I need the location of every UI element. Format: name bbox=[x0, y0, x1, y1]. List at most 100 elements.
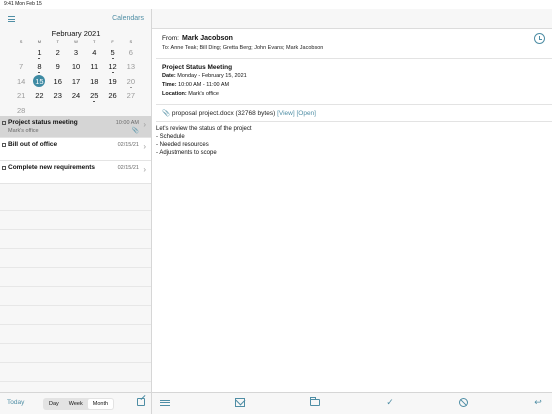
status-bar: 9:41 Mon Feb 15 bbox=[0, 0, 552, 406]
view-day-button[interactable]: Day bbox=[44, 399, 64, 409]
event-list-item[interactable]: Bill out of office 02/15/21 › bbox=[0, 138, 151, 161]
cancel-icon[interactable] bbox=[459, 398, 468, 407]
calendar-day-empty bbox=[12, 45, 30, 60]
calendar-day-number: 7 bbox=[19, 62, 24, 72]
view-month-button[interactable]: Month bbox=[87, 399, 114, 409]
calendar-day-number: 24 bbox=[71, 91, 81, 101]
event-time: 02/15/21 bbox=[117, 142, 139, 148]
detail-top-bar bbox=[152, 9, 552, 29]
calendar-day-12[interactable]: 12 bbox=[103, 60, 121, 75]
notes-line: Let's review the status of the project bbox=[156, 126, 252, 132]
empty-list-row bbox=[0, 192, 151, 211]
event-list-empty-rows bbox=[0, 192, 151, 401]
calendar-day-1[interactable]: 1 bbox=[30, 45, 48, 60]
calendar-day-16[interactable]: 16 bbox=[49, 74, 67, 89]
chevron-right-icon: › bbox=[143, 165, 146, 174]
left-toolbar: Today Day Week Month bbox=[0, 392, 151, 414]
meeting-location: Location: Mark's office bbox=[162, 91, 219, 97]
calendar-day-18[interactable]: 18 bbox=[85, 74, 103, 89]
attachment-row: 📎 proposal project.docx (32768 bytes) [V… bbox=[162, 109, 316, 117]
menu-icon[interactable] bbox=[8, 16, 15, 22]
calendar-day-number: 16 bbox=[53, 76, 62, 86]
event-indicator-dot bbox=[129, 86, 132, 88]
calendar-day-2[interactable]: 2 bbox=[49, 45, 67, 60]
settings-sliders-icon[interactable] bbox=[160, 398, 170, 407]
calendar-day-number: 10 bbox=[71, 62, 81, 72]
attachment-open-link[interactable]: [Open] bbox=[296, 110, 316, 117]
calendar-day-8[interactable]: 8 bbox=[30, 60, 48, 75]
clock-icon[interactable] bbox=[534, 33, 545, 44]
calendar-day-number: 1 bbox=[37, 47, 42, 57]
event-list-item[interactable]: Project status meeting Mark's office 10:00… bbox=[0, 116, 151, 138]
calendar-day-number: 9 bbox=[55, 62, 60, 72]
calendar-day-4[interactable]: 4 bbox=[85, 45, 103, 60]
event-location: Mark's office bbox=[8, 128, 39, 134]
calendar-day-number: 11 bbox=[90, 62, 99, 72]
weekday-label: T bbox=[56, 39, 59, 44]
event-status-icon bbox=[2, 143, 6, 147]
event-list-item[interactable]: Complete new requirements 02/15/21 › bbox=[0, 161, 151, 184]
calendar-day-number: 12 bbox=[108, 62, 117, 72]
calendar-day-23[interactable]: 23 bbox=[49, 89, 67, 104]
attachment-name: proposal project.docx (32768 bytes) bbox=[171, 110, 276, 117]
calendar-day-number: 2 bbox=[55, 47, 60, 57]
calendar-day-15[interactable]: 15 bbox=[30, 74, 48, 89]
calendar-day-number: 8 bbox=[37, 62, 42, 72]
calendar-day-24[interactable]: 24 bbox=[67, 89, 85, 104]
calendar-day-13[interactable]: 13 bbox=[122, 60, 140, 75]
calendar-day-number: 23 bbox=[53, 91, 62, 101]
from-name: Mark Jacobson bbox=[181, 35, 233, 42]
paperclip-icon: 📎 bbox=[162, 110, 171, 117]
event-indicator-dot bbox=[93, 101, 96, 102]
divider bbox=[156, 104, 552, 105]
event-title: Complete new requirements bbox=[8, 164, 96, 171]
empty-list-row bbox=[0, 268, 151, 287]
event-time: 10:00 AM bbox=[115, 120, 139, 126]
calendar-day-7[interactable]: 7 bbox=[12, 60, 30, 75]
weekday-label: M bbox=[37, 39, 42, 44]
calendar-day-21[interactable]: 21 bbox=[12, 89, 30, 104]
event-indicator-dot bbox=[38, 72, 41, 73]
event-indicator-dot bbox=[38, 57, 41, 59]
calendar-day-5[interactable]: 5 bbox=[103, 45, 121, 60]
calendar-day-3[interactable]: 3 bbox=[67, 45, 85, 60]
status-time: 9:41 Mon Feb 15 bbox=[4, 1, 42, 7]
event-status-icon bbox=[2, 121, 6, 125]
weekday-label: S bbox=[129, 39, 133, 44]
calendar-day-27[interactable]: 27 bbox=[122, 89, 140, 104]
calendar-day-number: 6 bbox=[128, 47, 133, 57]
calendar-day-9[interactable]: 9 bbox=[49, 60, 67, 75]
weekday-label: F bbox=[111, 39, 114, 44]
calendar-day-20[interactable]: 20 bbox=[122, 74, 140, 89]
calendar-day-10[interactable]: 10 bbox=[67, 60, 85, 75]
view-segmented-control: Day Week Month bbox=[43, 398, 115, 410]
from-row: From: Mark Jacobson bbox=[162, 35, 233, 42]
event-title: Bill out of office bbox=[8, 141, 58, 148]
calendar-day-26[interactable]: 26 bbox=[103, 89, 121, 104]
calendar-day-6[interactable]: 6 bbox=[122, 45, 140, 60]
attachment-view-link[interactable]: [View] bbox=[277, 110, 295, 117]
to-row: To: Anne Teak; Bill Ding; Gretta Berg; J… bbox=[162, 45, 324, 51]
today-button[interactable]: Today bbox=[7, 399, 24, 406]
month-grid: 1 2 3 4 5 6 7 8 9 10 11 12 13 14 15 16 17 18 19 20 21 22 23 24 2… bbox=[12, 45, 140, 118]
email-icon[interactable] bbox=[235, 398, 245, 407]
month-title: February 2021 bbox=[51, 29, 101, 38]
view-week-button[interactable]: Week bbox=[64, 399, 88, 409]
calendar-sidebar: Calendars February 2021 SMTWTFS 12345678… bbox=[0, 9, 152, 414]
calendar-day-number: 21 bbox=[16, 91, 26, 101]
reply-icon[interactable]: ↩ bbox=[533, 398, 543, 407]
empty-list-row bbox=[0, 344, 151, 363]
calendar-day-19[interactable]: 19 bbox=[103, 74, 121, 89]
calendar-day-22[interactable]: 22 bbox=[30, 89, 48, 104]
calendar-day-25[interactable]: 25 bbox=[85, 89, 103, 104]
calendar-day-17[interactable]: 17 bbox=[67, 74, 85, 89]
folder-icon[interactable] bbox=[310, 397, 320, 406]
checkmark-icon[interactable]: ✓ bbox=[385, 398, 395, 407]
new-event-icon[interactable] bbox=[137, 398, 145, 406]
calendars-button[interactable]: Calendars bbox=[112, 15, 144, 22]
event-notes: Let's review the status of the project - … bbox=[156, 125, 252, 157]
event-list: Project status meeting Mark's office 10:00… bbox=[0, 116, 151, 184]
calendar-day-11[interactable]: 11 bbox=[85, 60, 103, 75]
divider bbox=[156, 58, 552, 59]
calendar-day-14[interactable]: 14 bbox=[12, 74, 30, 89]
